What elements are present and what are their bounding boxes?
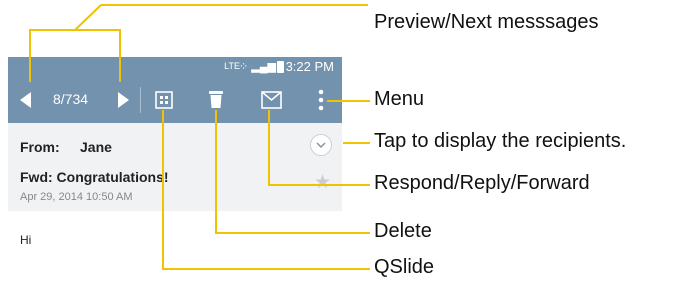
callout-respond: Respond/Reply/Forward <box>374 172 590 194</box>
callout-delete: Delete <box>374 220 432 242</box>
callout-line-preview-next <box>29 29 121 82</box>
callout-recipients: Tap to display the recipients. <box>374 130 627 152</box>
callout-menu: Menu <box>374 88 425 110</box>
callout-qslide: QSlide <box>374 256 435 278</box>
callout-line-qslide <box>162 110 370 270</box>
callout-line-preview-next-lead <box>74 4 102 31</box>
callout-line-respond <box>268 110 370 186</box>
callout-preview-next: Preview/Next messsages <box>374 11 599 33</box>
callout-line-delete <box>215 110 370 234</box>
